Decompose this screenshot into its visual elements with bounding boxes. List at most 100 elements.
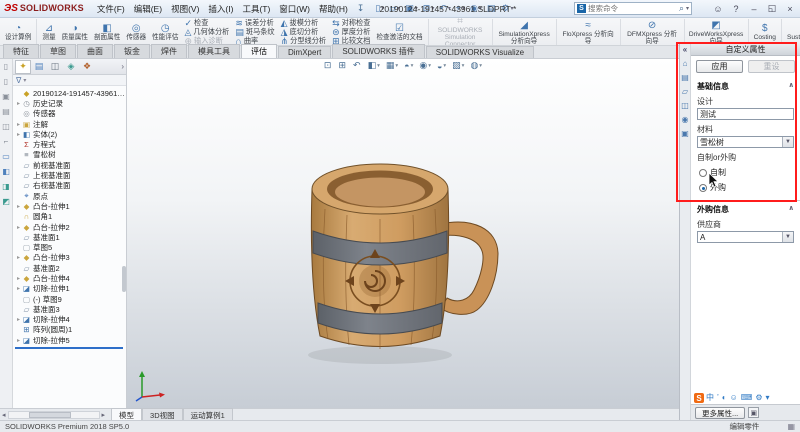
sensor-button[interactable]: ◎ 传感器 (123, 19, 149, 45)
restore-button[interactable]: ◱ (764, 2, 780, 15)
expand-arrow-icon[interactable]: ▸ (15, 316, 22, 323)
side-toolbar-icon-4[interactable]: ▤ (2, 108, 10, 116)
design-field[interactable] (697, 108, 794, 120)
ribbon-tab[interactable]: 钣金 (114, 44, 150, 58)
tab-overflow-icon[interactable]: › (121, 62, 124, 71)
horizontal-scrollbar[interactable] (8, 411, 100, 419)
section-view-icon[interactable]: ◧▾ (368, 60, 380, 71)
menu-item[interactable]: 窗口(W) (275, 2, 314, 16)
search-dropdown-icon[interactable]: ▾ (686, 5, 689, 12)
sustainability-button[interactable]: ♻ Sustainability (784, 19, 800, 45)
radio-buy-circle[interactable] (699, 184, 707, 192)
search-input[interactable] (588, 4, 677, 13)
dfmxpress-wizard-button[interactable]: ⊘ DFMXpress 分析向导 (623, 19, 685, 45)
tree-item[interactable]: ▸ ◆ 凸台-拉伸3 (15, 253, 126, 263)
graphics-viewport[interactable]: ⊡ ⊞ ↶ ◧▾ ▦▾ ◓▾ ◉▾ ◒▾ ▨▾ ◍▾ (127, 59, 679, 408)
tree-item[interactable]: ▸ ◪ 切除-拉伸4 (15, 315, 126, 325)
tree-item[interactable]: ▸ ◆ 凸台-拉伸1 (15, 201, 126, 211)
edit-appearance-icon[interactable]: ◒▾ (437, 61, 446, 71)
ribbon-tab[interactable]: 模具工具 (188, 44, 240, 58)
help-button[interactable]: ? (728, 2, 744, 15)
expand-arrow-icon[interactable]: ▸ (15, 285, 22, 292)
side-toolbar-icon-5[interactable]: ◫ (2, 123, 10, 131)
tree-part-node[interactable]: ◆ 20190124-191457-43961 (默认<<默... (15, 88, 126, 98)
tree-item[interactable]: ▸ ◆ 凸台-拉伸2 (15, 222, 126, 232)
tree-item[interactable]: ▸ ◪ 切除-拉伸1 (15, 284, 126, 294)
tree-item[interactable]: ▱ 基准面1 (15, 232, 126, 242)
ribbon-tab[interactable]: 曲面 (77, 44, 113, 58)
tree-filter[interactable]: ∇ ▾ (13, 75, 126, 86)
expand-arrow-icon[interactable]: ▸ (15, 121, 22, 128)
ribbon-tab[interactable]: 焊件 (151, 44, 187, 58)
menu-item[interactable]: 工具(T) (238, 2, 274, 16)
tree-scrollbar[interactable] (122, 266, 126, 292)
ribbon-tab[interactable]: SOLIDWORKS Visualize (426, 46, 534, 58)
configurationmanager-tab[interactable]: ◫ (47, 60, 63, 74)
tree-item[interactable]: ▸ ◧ 实体(2) (15, 129, 126, 139)
radio-make-circle[interactable] (699, 169, 707, 177)
expand-arrow-icon[interactable]: ▸ (15, 131, 22, 138)
ribbon-tab[interactable]: DimXpert (278, 46, 331, 58)
menu-item[interactable]: 编辑(E) (130, 2, 166, 16)
expand-arrow-icon[interactable]: ▸ (15, 254, 22, 261)
scroll-right-icon[interactable]: ▸ (102, 411, 106, 419)
side-toolbar-icon-2[interactable]: ▯ (4, 78, 8, 86)
ime-fullwidth-icon[interactable]: ◐ (722, 393, 727, 403)
hide-show-items-icon[interactable]: ◉▾ (419, 60, 431, 71)
tree-item[interactable]: ▱ 上视基准面 (15, 170, 126, 180)
design-study-button[interactable]: ◔ 设计算例 (2, 19, 37, 45)
ribbon-tab[interactable]: 评估 (241, 44, 277, 58)
menu-item[interactable]: 帮助(H) (315, 2, 352, 16)
collapse-pane-icon[interactable]: « (683, 45, 687, 54)
costing-button[interactable]: $ Costing (751, 19, 782, 45)
display-style-icon[interactable]: ◓▾ (404, 61, 413, 71)
ribbon-tab[interactable]: SOLIDWORKS 插件 (332, 44, 424, 58)
ime-more-icon[interactable]: ▾ (766, 393, 770, 403)
radio-buy[interactable]: 外购 (699, 182, 794, 193)
tree-item[interactable]: ⊞ 阵列(圆周)1 (15, 325, 126, 335)
section-properties-button[interactable]: ◧ 剖面属性 (91, 19, 123, 45)
section-basic-info[interactable]: 基础信息 ∧ (697, 81, 794, 92)
parting-line-analysis-button[interactable]: ⋔ 分型线分析 (278, 36, 330, 45)
side-toolbar-icon-10[interactable]: ◩ (2, 198, 10, 206)
zoom-area-icon[interactable]: ⊞ (338, 60, 347, 71)
tree-item[interactable]: ▱ 右视基准面 (15, 181, 126, 191)
more-properties-button[interactable]: 更多属性... (695, 407, 745, 419)
measure-button[interactable]: ⊿ 测量 (39, 19, 58, 45)
check-active-document-button[interactable]: ☑ 检查激活的文档 (373, 19, 428, 45)
side-toolbar-icon-7[interactable]: ▭ (2, 153, 10, 161)
radio-make[interactable]: 自制 (699, 167, 794, 178)
side-toolbar-icon-8[interactable]: ◧ (2, 168, 10, 176)
simulation-connector-button[interactable]: ⌗ SOLIDWORKS Simulation Connector (431, 19, 493, 45)
tree-item[interactable]: ▱ 前视基准面 (15, 160, 126, 170)
ribbon-tab[interactable]: 草图 (40, 44, 76, 58)
driveworksxpress-wizard-button[interactable]: ◩ DriveWorksXpress 向导 (687, 19, 749, 45)
scroll-left-icon[interactable]: ◂ (2, 411, 6, 419)
design-library-tab[interactable]: ▤ (681, 74, 689, 82)
ime-keyboard-icon[interactable]: ⌨ (741, 393, 753, 403)
displaymanager-tab[interactable]: ❖ (79, 60, 95, 74)
dimxpertmanager-tab[interactable]: ◈ (63, 60, 79, 74)
tree-item[interactable]: ▢ (-) 草图9 (15, 294, 126, 304)
apply-button[interactable]: 应用 (696, 60, 743, 73)
supplier-select[interactable]: A ▼ (697, 231, 794, 243)
tree-item[interactable]: ⌖ 原点 (15, 191, 126, 201)
side-toolbar-icon-1[interactable]: ▯ (4, 63, 8, 71)
floxpress-wizard-button[interactable]: ≈ FloXpress 分析向导 (559, 19, 621, 45)
expand-arrow-icon[interactable]: ▸ (15, 203, 22, 210)
ime-language-icon[interactable]: 中 (706, 393, 714, 403)
expand-arrow-icon[interactable]: ▸ (15, 275, 22, 282)
ime-emoji-icon[interactable]: ☺ (730, 393, 738, 403)
side-toolbar-icon-9[interactable]: ◨ (2, 183, 10, 191)
expand-arrow-icon[interactable]: ▸ (15, 337, 22, 344)
performance-evaluation-button[interactable]: ◷ 性能评估 (149, 19, 181, 45)
tree-item[interactable]: ▱ 基准面2 (15, 263, 126, 273)
mug-model[interactable] (277, 131, 507, 381)
tree-item[interactable]: ∩ 圆角1 (15, 212, 126, 222)
side-toolbar-icon-6[interactable]: ⌐ (4, 138, 9, 146)
custom-properties-tab[interactable]: ▣ (681, 130, 689, 138)
simulationxpress-wizard-button[interactable]: ◢ SimulationXpress 分析向导 (495, 19, 557, 45)
zoom-fit-icon[interactable]: ⊡ (324, 60, 333, 71)
expand-arrow-icon[interactable]: ▸ (15, 224, 22, 231)
propertymanager-tab[interactable]: ▤ (31, 60, 47, 74)
